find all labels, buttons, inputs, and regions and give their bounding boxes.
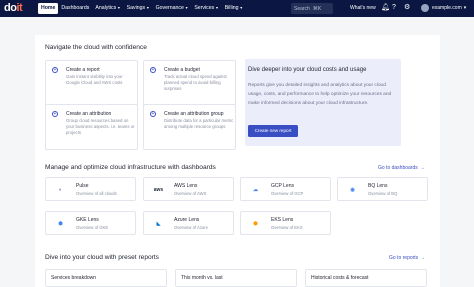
lens-title: Pulse	[76, 183, 89, 189]
hero-description: Reports give you detailed insights and a…	[248, 83, 392, 106]
arrow-right-icon: →	[419, 165, 425, 171]
card-description: Distribute data for a particular metric …	[164, 118, 234, 129]
preset-report-this-month-vs-last[interactable]: This month vs. last	[175, 269, 297, 287]
card-title: Create a budget	[164, 67, 200, 73]
create-budget-card[interactable]: + Create a budget Track actual cloud spe…	[143, 60, 236, 108]
report-title: Historical costs & forecast	[311, 275, 369, 281]
navigate-section-title: Navigate the cloud with confidence	[45, 44, 147, 51]
plus-circle-icon: +	[150, 111, 156, 117]
account-menu[interactable]: example.com ▾	[432, 5, 466, 11]
preset-report-historical-costs[interactable]: Historical costs & forecast	[305, 269, 427, 287]
create-attribution-card[interactable]: + Create an attribution Group cloud reso…	[45, 104, 138, 150]
chevron-down-icon: ▼	[215, 6, 219, 10]
bigquery-icon: ◉	[350, 186, 355, 193]
nav-label: Home	[41, 5, 56, 11]
reports-section-title: Dive into your cloud with preset reports	[45, 254, 159, 261]
whats-new-link[interactable]: What's new	[350, 5, 376, 11]
hero-title: Dive deeper into your cloud costs and us…	[248, 67, 367, 73]
search-shortcut: ⌘K	[312, 5, 322, 12]
arrow-right-icon: →	[420, 255, 426, 261]
lens-card-gke-lens[interactable]: ⬢ GKE Lens Overview of GKE	[45, 211, 136, 235]
lens-card-pulse[interactable]: ◐ Pulse Overview of all clouds	[45, 177, 136, 201]
card-title: Create an attribution group	[164, 111, 224, 117]
nav-label: Billing	[224, 5, 239, 11]
lens-title: EKS Lens	[271, 217, 294, 223]
lens-subtitle: Overview of all clouds	[76, 191, 117, 196]
bell-icon[interactable]: 🔔︎	[381, 4, 390, 12]
card-title: Create an attribution	[66, 111, 112, 117]
account-name: example.com	[432, 5, 462, 11]
lens-title: Azure Lens	[174, 217, 200, 223]
card-title: Create a report	[66, 67, 100, 73]
lens-subtitle: Overview of BQ	[368, 191, 398, 196]
gear-icon[interactable]: ⚙	[404, 4, 410, 12]
search-label: Search	[294, 5, 310, 12]
lens-title: GCP Lens	[271, 183, 294, 189]
main-nav: Home Dashboards Analytics ▼ Savings ▼ Governan…	[38, 3, 246, 14]
create-report-card[interactable]: + Create a report Gain instant visibilit…	[45, 60, 138, 108]
lens-subtitle: Overview of GCP	[271, 191, 304, 196]
doit-logo[interactable]: doit	[4, 2, 23, 14]
nav-label: Services	[194, 5, 215, 11]
preset-report-services-breakdown[interactable]: Services breakdown	[45, 269, 167, 287]
gcp-icon: ☁	[253, 186, 258, 193]
lens-title: BQ Lens	[368, 183, 388, 189]
nav-savings[interactable]: Savings ▼	[124, 3, 153, 14]
chevron-down-icon: ▼	[117, 6, 121, 10]
lens-card-eks-lens[interactable]: ⬢ EKS Lens Overview of EKS	[240, 211, 331, 235]
go-to-reports-link[interactable]: Go to reports →	[389, 255, 425, 261]
nav-home[interactable]: Home	[38, 3, 59, 14]
nav-analytics[interactable]: Analytics ▼	[92, 3, 123, 14]
eks-icon: ⬢	[253, 220, 258, 227]
lens-subtitle: Overview of Azure	[174, 225, 208, 230]
card-description: Group cloud resources based on your busi…	[66, 118, 135, 135]
plus-circle-icon: +	[52, 67, 58, 73]
card-description: Gain instant visibility into your Google…	[66, 74, 123, 85]
nav-dashboards[interactable]: Dashboards	[58, 3, 92, 14]
nav-governance[interactable]: Governance ▼	[153, 3, 192, 14]
nav-billing[interactable]: Billing ▼	[222, 3, 246, 14]
report-title: This month vs. last	[181, 275, 223, 281]
chevron-down-icon: ▼	[146, 6, 150, 10]
gke-icon: ⬢	[58, 220, 63, 227]
nav-label: Governance	[155, 5, 184, 11]
top-navigation-bar: doit Home Dashboards Analytics ▼ Savings ▼ Gov…	[0, 0, 474, 17]
avatar[interactable]	[421, 4, 429, 12]
azure-icon: ◣	[156, 220, 161, 227]
lens-card-bq-lens[interactable]: ◉ BQ Lens Overview of BQ	[337, 177, 428, 201]
lens-card-azure-lens[interactable]: ◣ Azure Lens Overview of Azure	[143, 211, 234, 235]
plus-circle-icon: +	[150, 67, 156, 73]
lens-subtitle: Overview of AWS	[174, 191, 207, 196]
lens-card-gcp-lens[interactable]: ☁ GCP Lens Overview of GCP	[240, 177, 331, 201]
create-new-report-button[interactable]: Create new report	[248, 125, 298, 137]
aws-icon: aws	[153, 186, 164, 193]
lens-subtitle: Overview of EKS	[271, 225, 303, 230]
plus-circle-icon: +	[52, 111, 58, 117]
report-title: Services breakdown	[51, 275, 97, 281]
dashboards-section-title: Manage and optimize cloud infrastructure…	[45, 164, 216, 171]
pulse-icon: ◐	[58, 186, 63, 193]
chevron-down-icon: ▼	[184, 6, 189, 10]
reports-hero-panel: Dive deeper into your cloud costs and us…	[245, 59, 401, 146]
chevron-down-icon: ▼	[239, 6, 243, 10]
search-input[interactable]: Search ⌘K	[291, 3, 333, 14]
nav-label: Dashboards	[61, 5, 90, 11]
nav-label: Savings	[126, 5, 146, 11]
card-description: Track actual cloud spend against planned…	[164, 74, 227, 91]
nav-services[interactable]: Services ▼	[191, 3, 221, 14]
lens-card-aws-lens[interactable]: aws AWS Lens Overview of AWS	[143, 177, 234, 201]
create-attribution-group-card[interactable]: + Create an attribution group Distribute…	[143, 104, 236, 150]
chevron-down-icon: ▾	[463, 5, 467, 11]
go-to-reports-label: Go to reports	[389, 255, 419, 261]
go-to-dashboards-label: Go to dashboards	[378, 165, 418, 171]
help-icon[interactable]: ?	[392, 4, 396, 12]
nav-label: Analytics	[95, 5, 117, 11]
lens-title: GKE Lens	[76, 217, 99, 223]
lens-subtitle: Overview of GKE	[76, 225, 109, 230]
go-to-dashboards-link[interactable]: Go to dashboards →	[378, 165, 425, 171]
lens-title: AWS Lens	[174, 183, 198, 189]
